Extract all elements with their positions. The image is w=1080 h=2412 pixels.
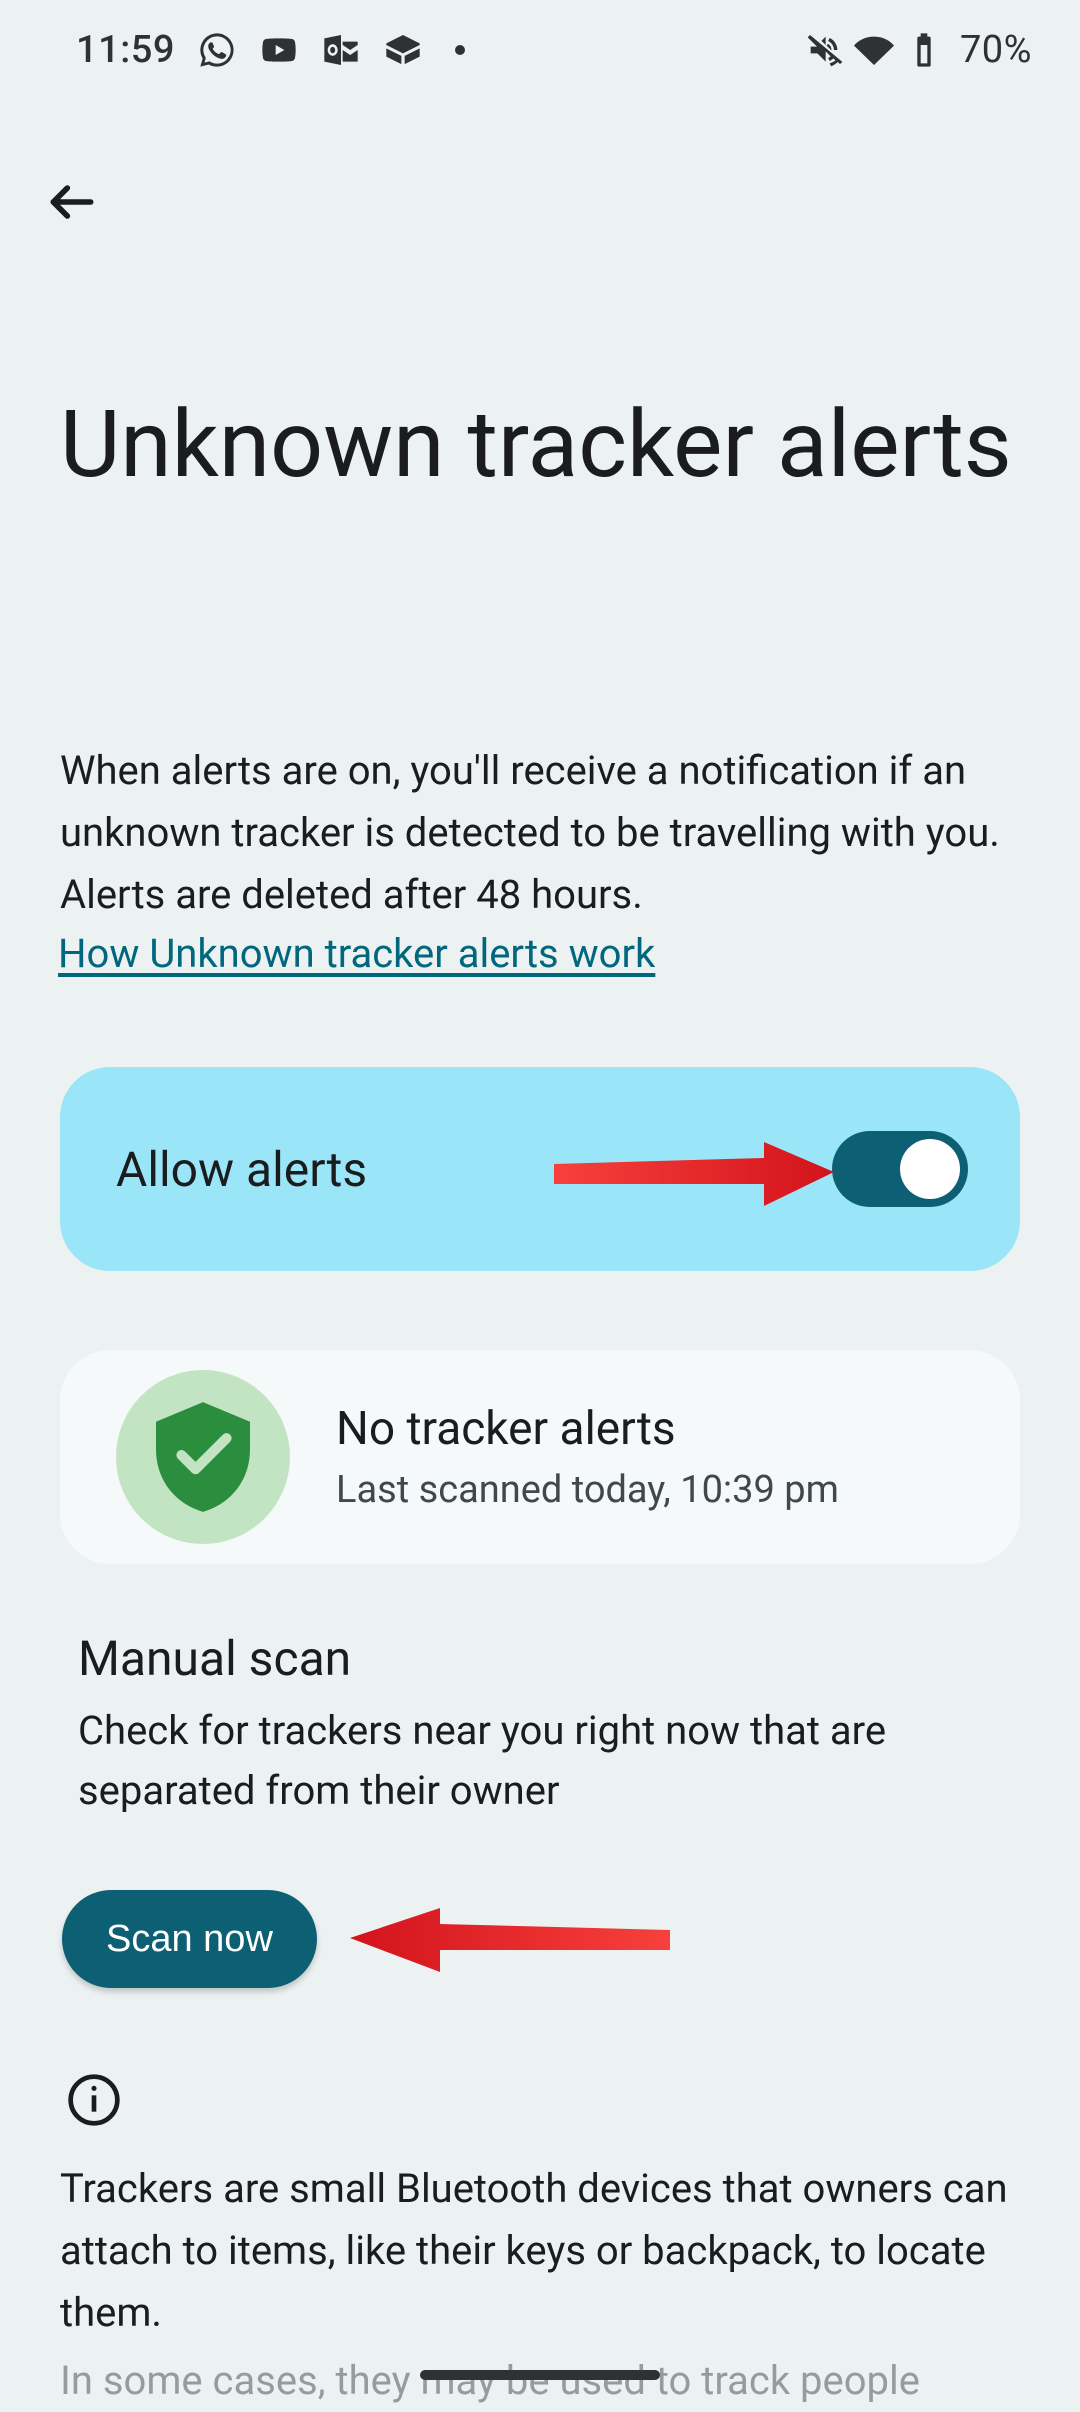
outlook-icon (321, 30, 361, 70)
info-icon (66, 2072, 122, 2128)
toggle-knob (900, 1139, 960, 1199)
tracker-status-card: No tracker alerts Last scanned today, 10… (60, 1350, 1020, 1564)
more-notifications-dot (455, 45, 465, 55)
info-paragraph-1: Trackers are small Bluetooth devices tha… (60, 2158, 1020, 2344)
page-description: When alerts are on, you'll receive a not… (60, 740, 1020, 926)
page-title: Unknown tracker alerts (60, 385, 1020, 504)
back-button[interactable] (36, 166, 108, 238)
status-bar: 11:59 70% (0, 0, 1080, 100)
shield-check-icon (116, 1370, 290, 1544)
package-icon (383, 30, 423, 70)
allow-alerts-label: Allow alerts (116, 1141, 367, 1198)
manual-scan-title: Manual scan (78, 1630, 1002, 1687)
wifi-icon (854, 30, 894, 70)
allow-alerts-toggle[interactable] (832, 1131, 968, 1207)
how-it-works-link[interactable]: How Unknown tracker alerts work (58, 930, 655, 977)
nav-bar-handle[interactable] (420, 2370, 660, 2380)
scan-now-button[interactable]: Scan now (62, 1890, 317, 1988)
manual-scan-section: Manual scan Check for trackers near you … (78, 1630, 1002, 1821)
status-subtitle: Last scanned today, 10:39 pm (336, 1468, 839, 1512)
annotation-arrow-scan (350, 1908, 670, 1972)
status-title: No tracker alerts (336, 1402, 839, 1456)
battery-icon (904, 30, 944, 70)
info-paragraph-2-partial: In some cases, they may be used to track… (60, 2350, 1020, 2412)
clock-time: 11:59 (76, 28, 175, 72)
youtube-icon (259, 30, 299, 70)
whatsapp-icon (197, 30, 237, 70)
manual-scan-description: Check for trackers near you right now th… (78, 1701, 1002, 1821)
allow-alerts-card: Allow alerts (60, 1067, 1020, 1271)
mute-icon (804, 30, 844, 70)
battery-percent: 70% (960, 28, 1032, 72)
